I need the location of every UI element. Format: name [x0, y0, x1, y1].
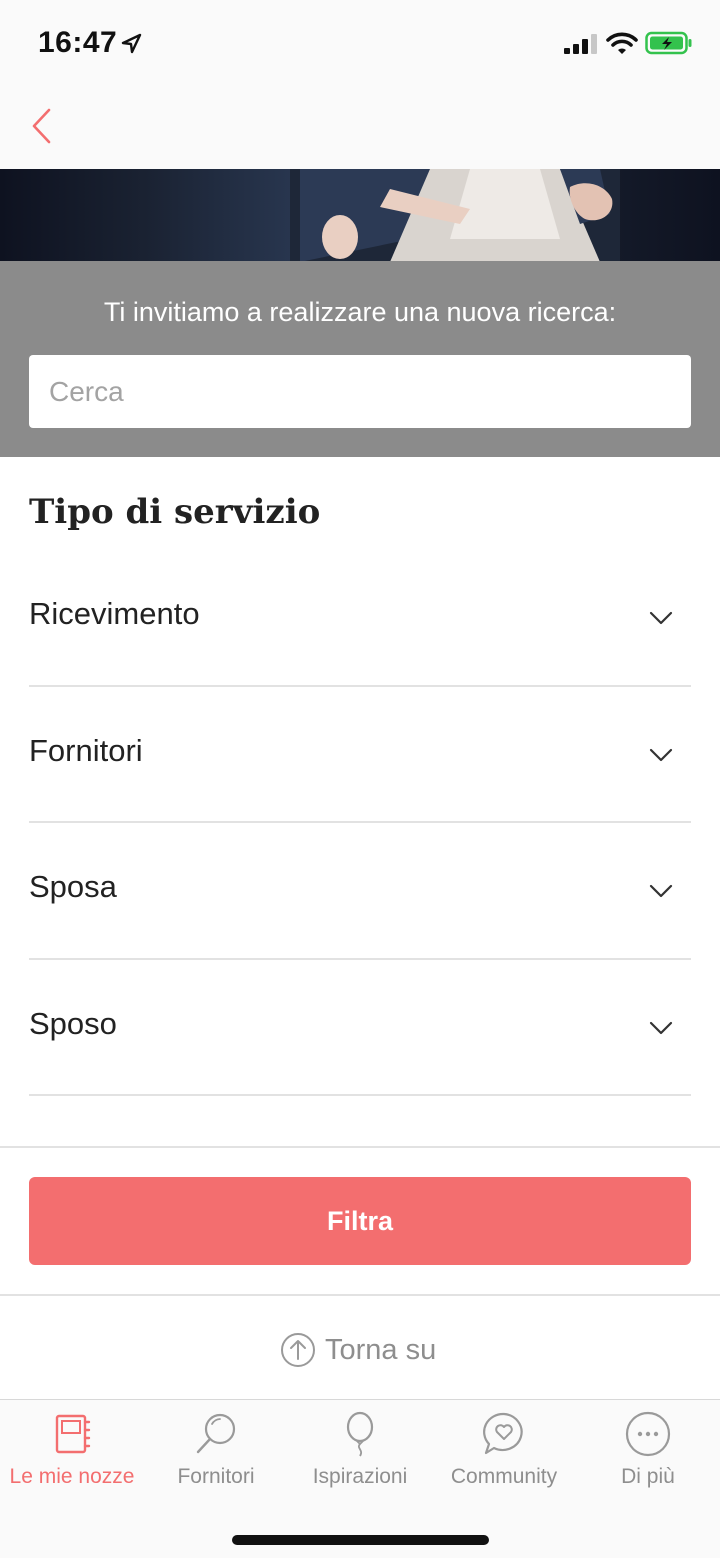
cellular-signal-icon — [564, 34, 597, 54]
tab-fornitori[interactable]: Fornitori — [144, 1400, 288, 1510]
more-dots-icon — [625, 1411, 671, 1457]
tab-label: Fornitori — [177, 1465, 255, 1488]
filter-button[interactable]: Filtra — [29, 1177, 691, 1265]
filter-row-sposa[interactable]: Sposa — [29, 823, 691, 960]
wedding-couple-illustration — [290, 169, 620, 262]
tab-label: Di più — [621, 1465, 675, 1488]
filter-list: Ricevimento Fornitori Sposa Sposo — [29, 550, 691, 1096]
notebook-icon — [55, 1414, 91, 1454]
chevron-down-icon — [649, 884, 673, 898]
tab-label: Le mie nozze — [9, 1465, 135, 1488]
chevron-down-icon — [649, 1021, 673, 1034]
chevron-down-icon — [649, 748, 673, 761]
filter-row-sposo[interactable]: Sposo — [29, 960, 691, 1096]
magnifier-icon — [196, 1413, 236, 1454]
tab-ispirazioni[interactable]: Ispirazioni — [288, 1400, 432, 1510]
divider — [0, 1294, 720, 1296]
filter-label: Fornitori — [29, 732, 143, 768]
location-arrow-icon — [121, 33, 142, 54]
search-prompt: Ti invitiamo a realizzare una nuova rice… — [103, 297, 617, 327]
chat-heart-icon — [483, 1412, 523, 1455]
navigation-bar — [0, 88, 720, 170]
divider — [0, 1146, 720, 1148]
search-input[interactable] — [29, 355, 691, 428]
filter-row-fornitori[interactable]: Fornitori — [29, 687, 691, 823]
home-indicator — [232, 1535, 489, 1545]
tab-label: Community — [450, 1465, 558, 1488]
filter-label: Sposa — [29, 869, 117, 904]
tab-le-mie-nozze[interactable]: Le mie nozze — [0, 1400, 144, 1510]
chevron-down-icon — [649, 611, 673, 625]
wifi-icon — [606, 32, 638, 54]
back-to-top-label: Torna su — [325, 1333, 437, 1366]
tab-community[interactable]: Community — [432, 1400, 576, 1510]
filter-label: Ricevimento — [29, 596, 200, 631]
hero-banner-image — [0, 169, 720, 262]
balloon-icon — [346, 1411, 374, 1457]
battery-charging-icon — [645, 31, 692, 55]
filter-row-ricevimento[interactable]: Ricevimento — [29, 550, 691, 687]
arrow-up-circle-icon — [281, 1333, 315, 1367]
tab-di-piu[interactable]: Di più — [576, 1400, 720, 1510]
back-to-top-link[interactable]: Torna su — [280, 1330, 436, 1370]
status-time: 16:47 — [38, 26, 118, 59]
section-title: Tipo di servizio — [29, 492, 321, 532]
filter-label: Sposo — [29, 1005, 117, 1041]
tab-label: Ispirazioni — [312, 1465, 408, 1488]
back-button[interactable] — [22, 102, 66, 154]
status-bar: 16:47 — [0, 0, 720, 88]
search-panel: Ti invitiamo a realizzare una nuova rice… — [0, 261, 720, 457]
